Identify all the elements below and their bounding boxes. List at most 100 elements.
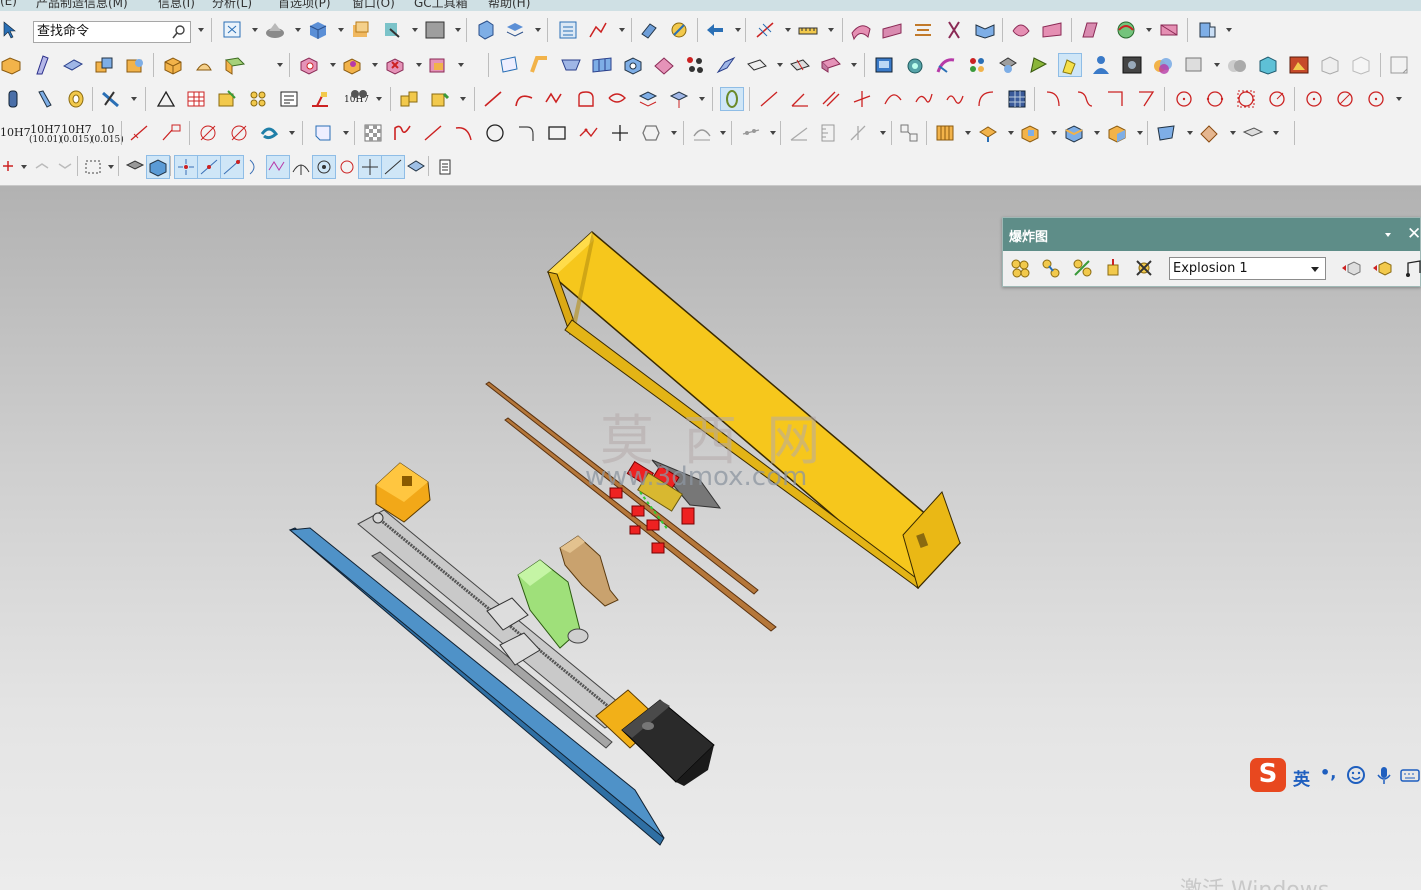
- assembly-constraint-icon[interactable]: [398, 88, 420, 110]
- circle-point-icon[interactable]: [1303, 88, 1325, 110]
- keyboard-icon[interactable]: [1399, 764, 1421, 786]
- triangle-icon[interactable]: [155, 88, 177, 110]
- surface-tool-10-icon[interactable]: [1158, 19, 1180, 41]
- datum-plane-icon[interactable]: [498, 54, 520, 76]
- radius-dim-icon[interactable]: [228, 122, 250, 144]
- polyline-icon[interactable]: [578, 122, 600, 144]
- trim-body-icon[interactable]: [746, 54, 768, 76]
- tolerance-label-1[interactable]: 10H7: [0, 127, 31, 139]
- shell-icon[interactable]: [591, 54, 613, 76]
- project-curve-icon[interactable]: [606, 88, 628, 110]
- revolve-icon[interactable]: [31, 54, 53, 76]
- snap-existing-point-icon[interactable]: [358, 155, 382, 179]
- window-fit-icon[interactable]: [1388, 54, 1410, 76]
- angle-line-icon[interactable]: [848, 122, 870, 144]
- measure-distance-icon[interactable]: [754, 19, 776, 41]
- fillet-curve-icon[interactable]: [1043, 88, 1065, 110]
- split-body-icon[interactable]: [789, 54, 811, 76]
- sketch-dims-icon[interactable]: [691, 122, 713, 144]
- pocket-icon[interactable]: [384, 54, 406, 76]
- snap-quadrant-icon[interactable]: [336, 156, 358, 178]
- wire-cube-icon[interactable]: [1319, 54, 1341, 76]
- thicken-icon[interactable]: [820, 54, 842, 76]
- hide-in-view-icon[interactable]: [1340, 257, 1362, 279]
- extend-line-icon[interactable]: [788, 122, 810, 144]
- analysis-icon[interactable]: [1196, 19, 1218, 41]
- circle-radius-icon[interactable]: [1266, 88, 1288, 110]
- undo-arrow-icon[interactable]: [258, 122, 280, 144]
- emoji-icon[interactable]: [1345, 764, 1367, 786]
- camera-icon[interactable]: [904, 54, 926, 76]
- menu-preferences[interactable]: 首选项(P): [278, 0, 331, 11]
- translucency-icon[interactable]: [1183, 54, 1205, 76]
- close-icon[interactable]: ✕: [1407, 224, 1421, 244]
- tolerance-label-2[interactable]: 10H7 (10.01): [29, 124, 62, 145]
- pad-icon[interactable]: [426, 54, 448, 76]
- menu-help[interactable]: 帮助(H): [488, 0, 530, 11]
- fit-view-icon[interactable]: [221, 19, 243, 41]
- render-image-icon[interactable]: [1288, 54, 1310, 76]
- search-dropdown[interactable]: [198, 28, 204, 32]
- snap-on-curve-icon[interactable]: [381, 155, 405, 179]
- edit-explosion-icon[interactable]: [1040, 257, 1062, 279]
- circle-center-icon[interactable]: [1173, 88, 1195, 110]
- delete-explosion-icon[interactable]: [1133, 257, 1155, 279]
- edit-section-icon[interactable]: [504, 19, 526, 41]
- diameter-dim-icon[interactable]: [197, 122, 219, 144]
- shaded-edge-icon[interactable]: [124, 156, 146, 178]
- measure-length-icon[interactable]: [797, 19, 819, 41]
- cone-icon[interactable]: [224, 54, 246, 76]
- box-select-icon[interactable]: [83, 156, 105, 178]
- ghost-cube-icon[interactable]: [1350, 54, 1372, 76]
- snap-endpoint-icon[interactable]: [174, 155, 198, 179]
- sketch-parallel-icon[interactable]: [820, 88, 842, 110]
- ruler-icon[interactable]: [817, 122, 839, 144]
- balloon-table-icon[interactable]: [216, 88, 238, 110]
- circle-more-icon[interactable]: [1365, 88, 1387, 110]
- fillet-curve-2-icon[interactable]: [1074, 88, 1096, 110]
- trim-curve-icon[interactable]: [1105, 88, 1127, 110]
- texture-icon[interactable]: [1028, 54, 1050, 76]
- snap-spline-icon[interactable]: [266, 155, 290, 179]
- surface-tool-9-icon[interactable]: [1115, 19, 1137, 41]
- color-palette-icon[interactable]: [966, 54, 988, 76]
- surface-tool-5-icon[interactable]: [974, 19, 996, 41]
- note-icon[interactable]: [278, 88, 300, 110]
- clip-section-icon[interactable]: [475, 19, 497, 41]
- rectangle-icon[interactable]: [546, 122, 568, 144]
- sketch-line-icon[interactable]: [758, 88, 780, 110]
- menu-window[interactable]: 窗口(O): [352, 0, 395, 11]
- extend-curve-icon[interactable]: [1136, 88, 1158, 110]
- layer-settings-icon[interactable]: [350, 19, 372, 41]
- straight-line-icon[interactable]: [422, 122, 444, 144]
- tolerance-label-3[interactable]: 10H7 (0.015): [60, 124, 93, 145]
- sketch-in-task-icon[interactable]: [392, 122, 414, 144]
- add-component-icon[interactable]: [429, 88, 451, 110]
- select-snap-icon[interactable]: [0, 156, 22, 178]
- sketch-snap-icon[interactable]: [587, 19, 609, 41]
- search-icon[interactable]: [171, 24, 187, 40]
- edge-blend-icon[interactable]: [529, 54, 551, 76]
- mirror-icon[interactable]: [715, 54, 737, 76]
- tolerance-label-4[interactable]: 10 (0.015): [91, 124, 124, 145]
- boolean-subtract-icon[interactable]: [124, 54, 146, 76]
- line-icon[interactable]: [482, 88, 504, 110]
- offset-face-icon[interactable]: [622, 54, 644, 76]
- cylinder-part-icon[interactable]: [2, 88, 24, 110]
- curve-color-icon[interactable]: [935, 54, 957, 76]
- flat-pattern-icon[interactable]: [1198, 122, 1220, 144]
- ime-logo[interactable]: S: [1250, 758, 1286, 792]
- fillet-icon[interactable]: [515, 122, 537, 144]
- surface-tool-4-icon[interactable]: [943, 19, 965, 41]
- menu-info[interactable]: 信息(I): [158, 0, 195, 11]
- menu-gc-toolbox[interactable]: GC工具箱: [414, 0, 468, 11]
- undo-icon[interactable]: [32, 156, 54, 178]
- tracelines-icon[interactable]: [1403, 257, 1421, 279]
- surface-tool-2-icon[interactable]: [881, 19, 903, 41]
- select-filter-icon[interactable]: [0, 19, 22, 41]
- sketch-constraint-icon[interactable]: [720, 87, 744, 111]
- offset-curve-icon[interactable]: [637, 88, 659, 110]
- arc-curve-icon[interactable]: [453, 122, 475, 144]
- draft-icon[interactable]: [653, 54, 675, 76]
- pattern-icon[interactable]: [684, 54, 706, 76]
